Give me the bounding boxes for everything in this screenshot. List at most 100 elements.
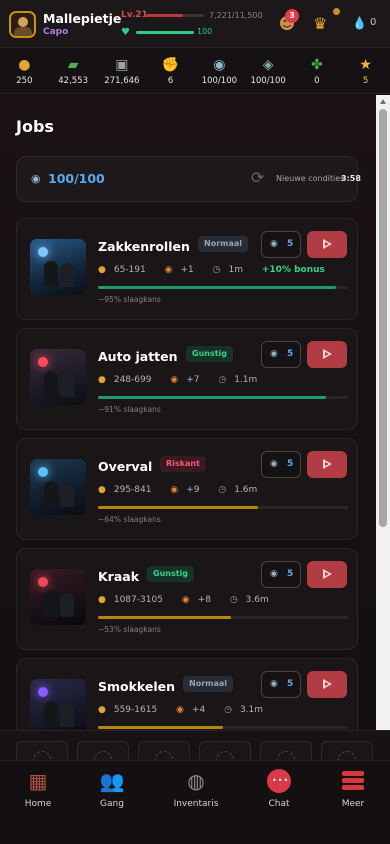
job-name: Zakkenrollen bbox=[98, 239, 190, 254]
notification-badge: 3 bbox=[285, 9, 299, 23]
job-stats: ● 65-191 ◉ +1 ◷ 1m +10% bonus bbox=[98, 265, 333, 275]
xp-icon: ◉ bbox=[181, 595, 190, 605]
job-energy-cost: ◉ 5 bbox=[261, 561, 301, 588]
username: Mallepietje bbox=[43, 11, 122, 26]
energy-icon: ◉ bbox=[270, 679, 278, 689]
job-stats: ● 559-1615 ◉ +4 ◷ 3.1m bbox=[98, 705, 287, 715]
clock-icon: ◷ bbox=[212, 265, 221, 275]
refresh-icon[interactable]: ⟳ bbox=[251, 168, 264, 187]
nav-home[interactable]: ▦ Home bbox=[8, 767, 68, 809]
start-job-button[interactable] bbox=[307, 451, 347, 478]
job-image bbox=[30, 569, 86, 625]
heart-icon: ♥ bbox=[121, 27, 130, 38]
job-stats: ● 1087-3105 ◉ +8 ◷ 3.6m bbox=[98, 595, 293, 605]
job-reward: ● 1087-3105 bbox=[98, 595, 163, 605]
xp-icon: ◉ bbox=[170, 375, 179, 385]
job-stats: ● 248-699 ◉ +7 ◷ 1.1m bbox=[98, 375, 281, 385]
nav-inventory[interactable]: ◍ Inventaris bbox=[166, 767, 226, 809]
xp-icon: ◉ bbox=[164, 265, 173, 275]
job-stats: ● 295-841 ◉ +9 ◷ 1.6m bbox=[98, 485, 281, 495]
job-reward: ● 295-841 bbox=[98, 485, 152, 495]
energy-card: ◉ 100/100 ⟳ Nieuwe condities 3:58 bbox=[16, 156, 361, 202]
home-icon: ▦ bbox=[28, 769, 48, 793]
safe-icon: ▣ bbox=[115, 57, 129, 73]
resource-star: ★ 5 bbox=[341, 48, 390, 93]
start-job-button[interactable] bbox=[307, 561, 347, 588]
resource-safe: ▣ 271,646 bbox=[98, 48, 147, 93]
job-image bbox=[30, 349, 86, 405]
main-content[interactable]: Jobs ◉ 100/100 ⟳ Nieuwe condities 3:58 Z… bbox=[0, 95, 390, 730]
scroll-up-arrow[interactable] bbox=[380, 99, 386, 104]
chat-icon: ••• bbox=[249, 767, 309, 795]
success-chance-bar bbox=[98, 616, 348, 619]
job-bonus: +10% bonus bbox=[261, 265, 325, 275]
job-card[interactable]: Auto jatten Gunstig ◉ 5 ● 248-699 ◉ +7 ◷ 1.… bbox=[16, 328, 358, 430]
job-difficulty-badge: Normaal bbox=[198, 236, 249, 252]
resource-gold: ● 250 bbox=[0, 48, 49, 93]
nav-gang[interactable]: 👥 Gang bbox=[82, 767, 142, 809]
job-difficulty-badge: Normaal bbox=[183, 676, 234, 692]
gold-coins-icon: ● bbox=[18, 57, 31, 73]
job-xp: ◉ +1 bbox=[164, 265, 194, 275]
job-card[interactable]: Zakkenrollen Normaal ◉ 5 ● 65-191 ◉ +1 ◷ 1m… bbox=[16, 218, 358, 320]
resource-energy: ◉ 100/100 bbox=[195, 48, 244, 93]
job-xp: ◉ +9 bbox=[170, 485, 200, 495]
page-title: Jobs bbox=[16, 117, 54, 136]
health-text: 100 bbox=[197, 27, 213, 36]
job-name: Kraak bbox=[98, 569, 140, 584]
top-header: Mallepietje Capo Lv.21 7,221/11,500 ♥ 10… bbox=[0, 0, 390, 48]
xp-icon: ◉ bbox=[176, 705, 184, 715]
clock-icon: ◷ bbox=[224, 705, 232, 715]
crown-icon[interactable]: ♛ bbox=[313, 14, 327, 33]
money-icon: ● bbox=[98, 375, 106, 385]
quick-slots bbox=[0, 730, 390, 779]
success-chance-bar bbox=[98, 506, 348, 509]
clock-icon: ◷ bbox=[218, 375, 227, 385]
xp-icon: ◉ bbox=[170, 485, 179, 495]
money-icon: ● bbox=[98, 265, 106, 275]
job-energy-cost: ◉ 5 bbox=[261, 451, 301, 478]
energy-icon: ◉ bbox=[31, 172, 41, 185]
energy-icon: ◉ bbox=[270, 349, 278, 359]
job-image bbox=[30, 679, 86, 730]
job-reward: ● 65-191 bbox=[98, 265, 146, 275]
job-name: Auto jatten bbox=[98, 349, 178, 364]
job-name: Smokkelen bbox=[98, 679, 176, 694]
job-duration: ◷ 1.1m bbox=[218, 375, 258, 385]
job-energy-cost: ◉ 5 bbox=[261, 671, 301, 698]
job-card[interactable]: Overval Riskant ◉ 5 ● 295-841 ◉ +9 ◷ 1.6m ~… bbox=[16, 438, 358, 540]
energy-icon: ◉ bbox=[270, 459, 278, 469]
money-icon: ● bbox=[98, 485, 106, 495]
menu-icon bbox=[323, 767, 383, 795]
xp-bar bbox=[146, 14, 204, 17]
job-difficulty-badge: Gunstig bbox=[186, 346, 234, 362]
resource-nerve: ◈ 100/100 bbox=[244, 48, 293, 93]
conditions-label: Nieuwe condities bbox=[276, 174, 345, 183]
star-icon: ★ bbox=[359, 57, 372, 73]
health-bar bbox=[136, 31, 194, 34]
success-chance-label: ~64% slaagkans bbox=[98, 515, 161, 524]
job-duration: ◷ 1m bbox=[212, 265, 243, 275]
avatar[interactable] bbox=[9, 11, 36, 38]
job-xp: ◉ +7 bbox=[170, 375, 200, 385]
level-label: Lv.21 bbox=[121, 10, 148, 20]
job-reward: ● 248-699 bbox=[98, 375, 152, 385]
job-xp: ◉ +8 bbox=[181, 595, 211, 605]
start-job-button[interactable] bbox=[307, 671, 347, 698]
job-duration: ◷ 1.6m bbox=[218, 485, 258, 495]
success-chance-bar bbox=[98, 286, 348, 289]
nav-chat[interactable]: ••• Chat bbox=[249, 767, 309, 809]
success-chance-bar bbox=[98, 726, 348, 729]
energy-icon: ◉ bbox=[213, 57, 226, 73]
job-card[interactable]: Smokkelen Normaal ◉ 5 ● 559-1615 ◉ +4 ◷ 3.1… bbox=[16, 658, 358, 730]
start-job-button[interactable] bbox=[307, 231, 347, 258]
job-card[interactable]: Kraak Gunstig ◉ 5 ● 1087-3105 ◉ +8 ◷ 3.6m ~… bbox=[16, 548, 358, 650]
nav-more[interactable]: Meer bbox=[323, 767, 383, 809]
job-duration: ◷ 3.6m bbox=[229, 595, 269, 605]
success-chance-label: ~53% slaagkans bbox=[98, 625, 161, 634]
money-icon: ● bbox=[98, 595, 106, 605]
start-job-button[interactable] bbox=[307, 341, 347, 368]
droplet-icon: 💧 bbox=[352, 16, 367, 30]
scroll-thumb[interactable] bbox=[379, 109, 387, 527]
fist-icon: ✊ bbox=[161, 57, 180, 73]
